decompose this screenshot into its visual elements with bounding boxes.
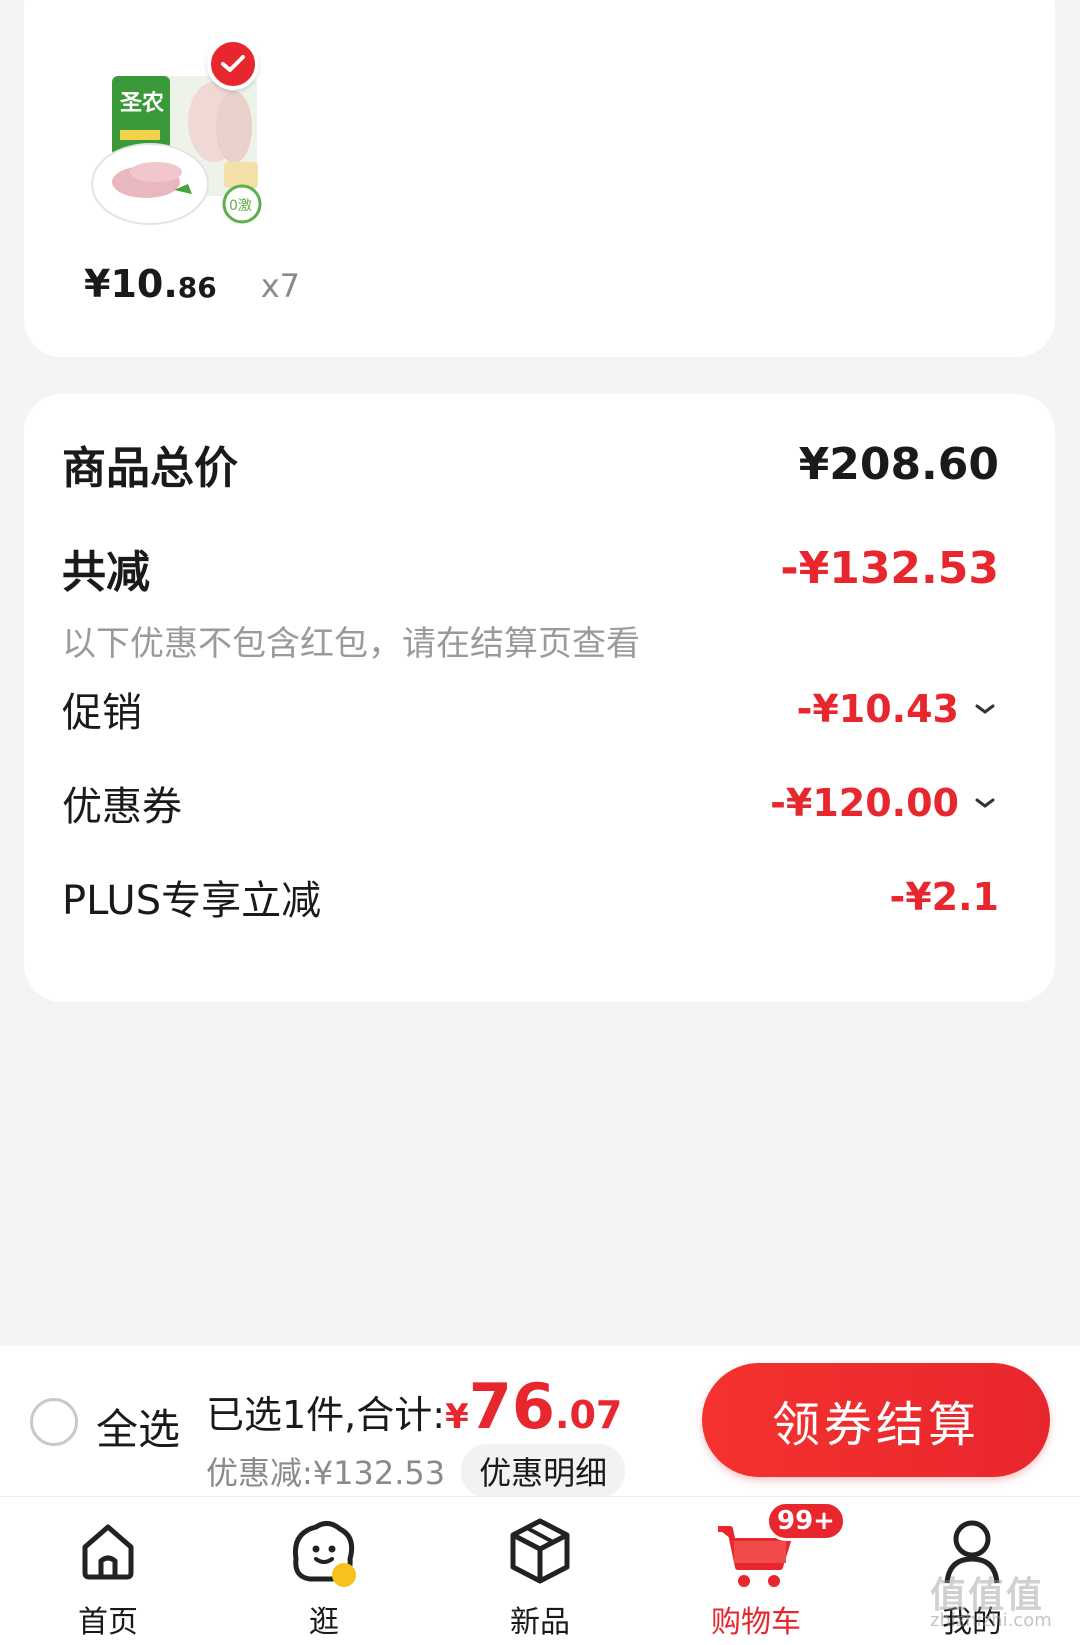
site-watermark-url: zhizhizhi.com bbox=[930, 1610, 1052, 1631]
promotion-row[interactable]: 促销 -¥10.43 bbox=[62, 680, 999, 738]
tab-cart[interactable]: 99+ 购物车 bbox=[676, 1497, 846, 1645]
tab-stroll-label: 逛 bbox=[309, 1605, 339, 1640]
svg-text:圣农: 圣农 bbox=[120, 90, 164, 116]
selected-summary-label: 已选1件,合计: bbox=[206, 1393, 446, 1437]
promotion-value: -¥10.43 bbox=[796, 687, 959, 731]
selected-check-icon[interactable] bbox=[207, 38, 259, 90]
product-quantity: x7 bbox=[260, 267, 301, 305]
tab-new-products-label: 新品 bbox=[510, 1605, 570, 1640]
product-price-row: ¥10. 86 x7 bbox=[84, 262, 300, 306]
discount-summary-text: 优惠减:¥132.53 bbox=[206, 1454, 446, 1492]
plus-discount-value: -¥2.1 bbox=[889, 875, 999, 919]
price-summary-card: 商品总价 ¥208.60 共减 -¥132.53 以下优惠不包含红包，请在结算页… bbox=[24, 394, 1055, 1002]
coupon-row[interactable]: 优惠券 -¥120.00 bbox=[62, 774, 999, 832]
product-price-decimal: 86 bbox=[177, 271, 217, 304]
checkout-bar: 全选 已选1件,合计: ¥ 76 .07 优惠减:¥132.53 优惠明细 领券… bbox=[0, 1346, 1080, 1498]
select-all-radio[interactable] bbox=[30, 1398, 78, 1446]
selected-total: 已选1件,合计: ¥ 76 .07 bbox=[206, 1370, 622, 1443]
checkout-button[interactable]: 领券结算 bbox=[702, 1363, 1050, 1477]
total-price-label: 商品总价 bbox=[62, 443, 238, 494]
total-currency: ¥ bbox=[445, 1397, 469, 1437]
plus-discount-label: PLUS专享立减 bbox=[62, 878, 322, 924]
svg-text:0激: 0激 bbox=[229, 197, 252, 214]
total-integer: 76 bbox=[468, 1370, 556, 1443]
product-image[interactable]: 圣农 0激 bbox=[84, 72, 284, 237]
tab-new-products[interactable]: 新品 bbox=[460, 1497, 620, 1645]
plus-discount-row: PLUS专享立减 -¥2.1 bbox=[62, 868, 999, 926]
home-icon bbox=[82, 1524, 134, 1580]
new-products-icon bbox=[510, 1518, 570, 1584]
discount-detail-button[interactable]: 优惠明细 bbox=[461, 1444, 626, 1498]
tab-stroll[interactable]: 逛 bbox=[244, 1497, 404, 1645]
bottom-tab-bar: 首页 逛 新品 99+ 购物车 我的 bbox=[0, 1496, 1080, 1645]
total-decimal: .07 bbox=[555, 1393, 623, 1437]
select-all-label[interactable]: 全选 bbox=[96, 1396, 180, 1457]
total-price-value: ¥208.60 bbox=[798, 438, 999, 490]
chevron-down-icon[interactable] bbox=[971, 699, 999, 719]
product-price-integer: ¥10. bbox=[84, 262, 178, 306]
tab-home[interactable]: 首页 bbox=[28, 1497, 188, 1645]
discount-label: 共减 bbox=[62, 547, 150, 598]
total-price-row: 商品总价 ¥208.60 bbox=[62, 432, 999, 496]
coupon-value: -¥120.00 bbox=[770, 781, 959, 825]
tab-cart-label: 购物车 bbox=[711, 1605, 801, 1640]
discount-hint: 以下优惠不包含红包，请在结算页查看 bbox=[62, 624, 640, 664]
chevron-down-icon[interactable] bbox=[971, 793, 999, 813]
promotion-label: 促销 bbox=[62, 690, 142, 736]
discount-summary: 优惠减:¥132.53 优惠明细 bbox=[206, 1444, 626, 1498]
stroll-icon bbox=[292, 1521, 356, 1587]
tab-home-label: 首页 bbox=[78, 1605, 138, 1640]
discount-value: -¥132.53 bbox=[780, 542, 999, 594]
coupon-label: 优惠券 bbox=[62, 784, 182, 830]
cart-count-badge: 99+ bbox=[766, 1501, 846, 1541]
discount-row: 共减 -¥132.53 bbox=[62, 536, 999, 600]
